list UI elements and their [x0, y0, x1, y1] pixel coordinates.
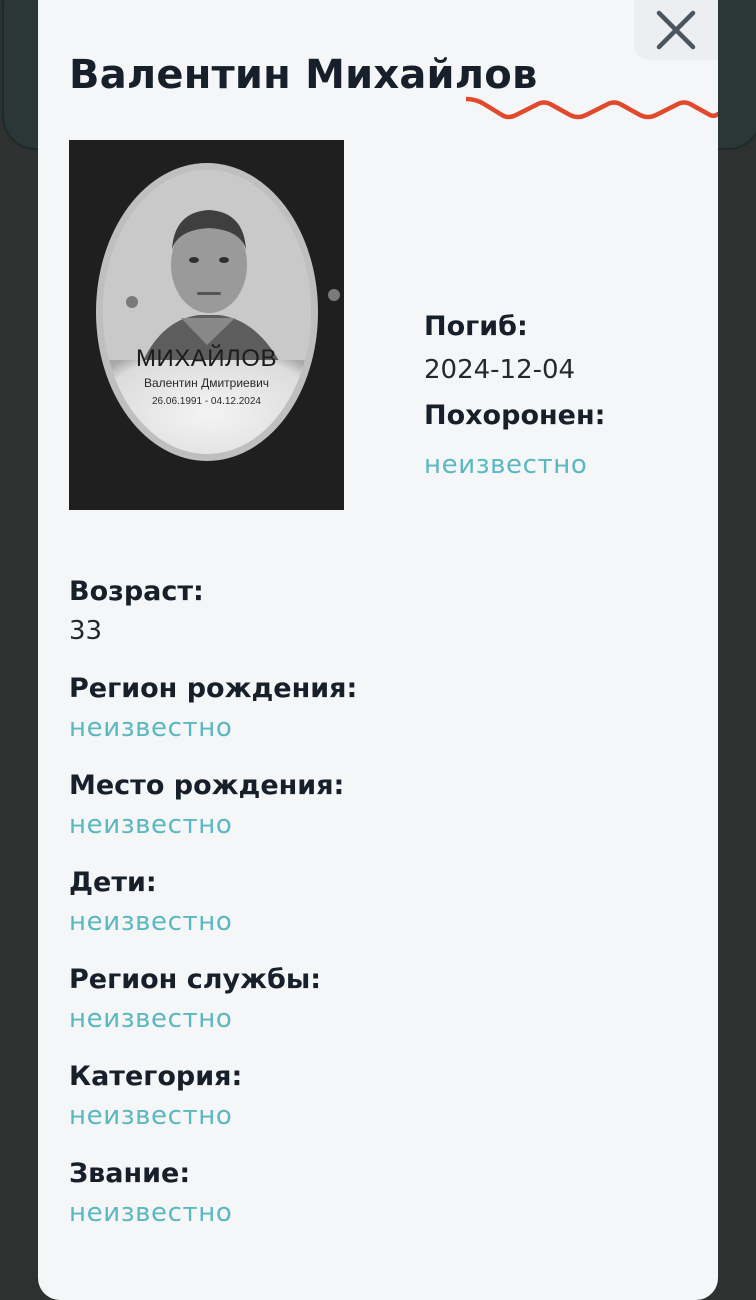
- close-button[interactable]: [634, 0, 718, 60]
- service-region-field: Регион службы: неизвестно: [69, 966, 357, 1032]
- service-region-label: Регион службы:: [69, 964, 322, 995]
- children-label: Дети:: [69, 867, 157, 898]
- close-icon: [656, 10, 696, 50]
- photo-plate-surname: МИХАЙЛОВ: [136, 345, 277, 372]
- category-field: Категория: неизвестно: [69, 1063, 357, 1129]
- rank-label: Звание:: [69, 1158, 191, 1189]
- birth-region-field: Регион рождения: неизвестно: [69, 675, 357, 741]
- service-region-value: неизвестно: [69, 1004, 233, 1034]
- details-list: Возраст: 33 Регион рождения: неизвестно …: [69, 578, 357, 1257]
- page-title: Валентин Михайлов: [69, 52, 538, 98]
- rank-field: Звание: неизвестно: [69, 1160, 357, 1226]
- children-value: неизвестно: [69, 907, 233, 937]
- photo-plate-dates: 26.06.1991 - 04.12.2024: [152, 396, 261, 407]
- children-field: Дети: неизвестно: [69, 869, 357, 935]
- category-value: неизвестно: [69, 1101, 233, 1131]
- birth-region-label: Регион рождения:: [69, 673, 358, 704]
- age-field: Возраст: 33: [69, 578, 357, 644]
- person-modal: Валентин Михайлов МИХАЙЛОВ Валентин Дмит…: [38, 0, 718, 1300]
- age-value: 33: [69, 616, 103, 646]
- birth-place-field: Место рождения: неизвестно: [69, 772, 357, 838]
- person-photo: МИХАЙЛОВ Валентин Дмитриевич 26.06.1991 …: [69, 140, 344, 510]
- death-burial-info: Погиб: 2024-12-04 Похоронен: неизвестно: [424, 313, 605, 478]
- death-date-value: 2024-12-04: [424, 355, 576, 385]
- burial-label: Похоронен:: [424, 400, 606, 431]
- birth-region-value: неизвестно: [69, 713, 233, 743]
- category-label: Категория:: [69, 1061, 243, 1092]
- birth-place-value: неизвестно: [69, 810, 233, 840]
- rank-value: неизвестно: [69, 1198, 233, 1228]
- death-label: Погиб:: [424, 311, 528, 342]
- age-label: Возраст:: [69, 576, 204, 607]
- title-wave-decoration: [466, 96, 718, 120]
- photo-plate-given-names: Валентин Дмитриевич: [143, 376, 270, 390]
- birth-place-label: Место рождения:: [69, 770, 345, 801]
- burial-value: неизвестно: [424, 450, 588, 480]
